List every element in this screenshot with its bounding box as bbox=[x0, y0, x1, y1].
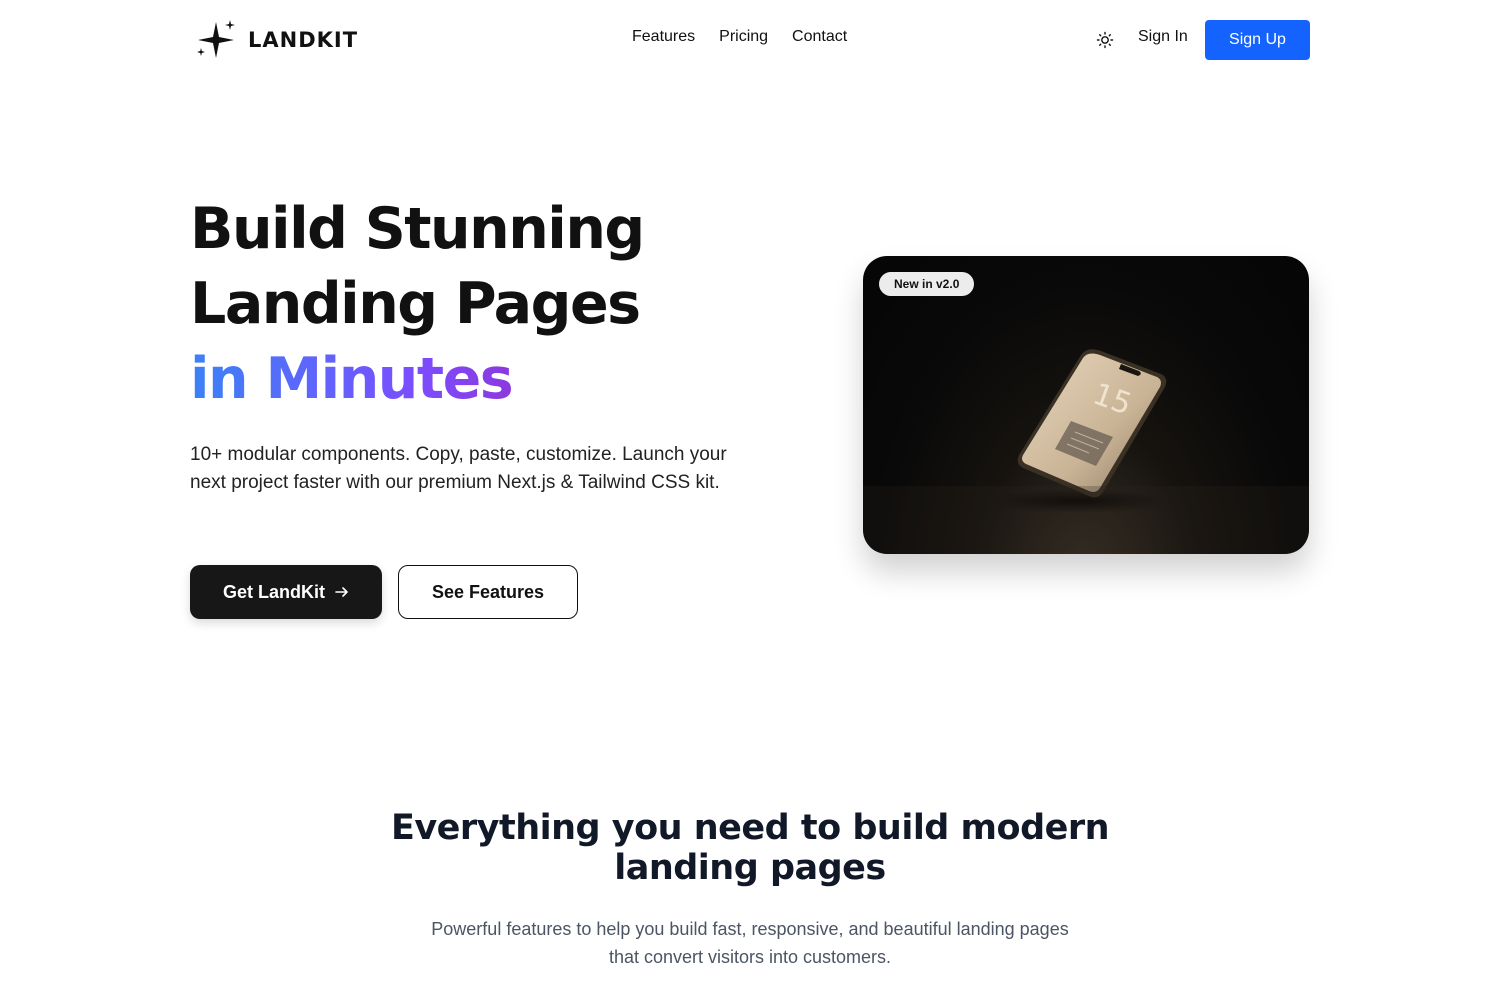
get-landkit-label: Get LandKit bbox=[223, 581, 325, 602]
phone-mockup-illustration: 15 bbox=[863, 349, 1309, 554]
see-features-button[interactable]: See Features bbox=[398, 565, 578, 619]
arrow-right-icon bbox=[335, 587, 348, 597]
nav-link-features[interactable]: Features bbox=[632, 28, 695, 46]
get-landkit-button[interactable]: Get LandKit bbox=[190, 565, 382, 619]
theme-toggle-button[interactable] bbox=[1096, 31, 1114, 49]
version-badge: New in v2.0 bbox=[879, 272, 975, 296]
hero-subtitle: 10+ modular components. Copy, paste, cus… bbox=[190, 444, 727, 493]
sparkle-logo-icon bbox=[197, 20, 235, 58]
nav-link-contact[interactable]: Contact bbox=[792, 28, 847, 46]
sun-icon bbox=[1096, 31, 1114, 49]
features-subtitle-line-2: that convert visitors into customers. bbox=[608, 947, 892, 967]
sign-in-link[interactable]: Sign In bbox=[1138, 28, 1188, 46]
features-subtitle-line-1: Powerful features to help you build fast… bbox=[431, 919, 1069, 939]
hero-product-image: 15 New in v2.0 bbox=[863, 256, 1309, 554]
nav-link-pricing[interactable]: Pricing bbox=[719, 28, 768, 46]
hero-title-highlight: in Minutes bbox=[190, 342, 644, 417]
features-section-title: Everything you need to build modern land… bbox=[0, 808, 1500, 888]
logo[interactable]: LANDKIT bbox=[194, 20, 358, 60]
sign-up-button[interactable]: Sign Up bbox=[1205, 20, 1310, 60]
features-title-line-2: landing pages bbox=[614, 848, 886, 888]
hero-title-line-1: Build Stunning bbox=[190, 196, 645, 262]
features-section-subtitle: Powerful features to help you build fast… bbox=[0, 915, 1500, 971]
nav-links: Features Pricing Contact bbox=[632, 28, 847, 46]
features-title-line-1: Everything you need to build modern bbox=[390, 808, 1110, 848]
logo-text: LANDKIT bbox=[248, 28, 359, 52]
top-navigation: LANDKIT Features Pricing Contact Sign In… bbox=[0, 0, 1500, 80]
hero-title: Build Stunning Landing Pages in Minutes bbox=[190, 192, 645, 417]
hero-title-line-2: Landing Pages bbox=[190, 271, 641, 337]
